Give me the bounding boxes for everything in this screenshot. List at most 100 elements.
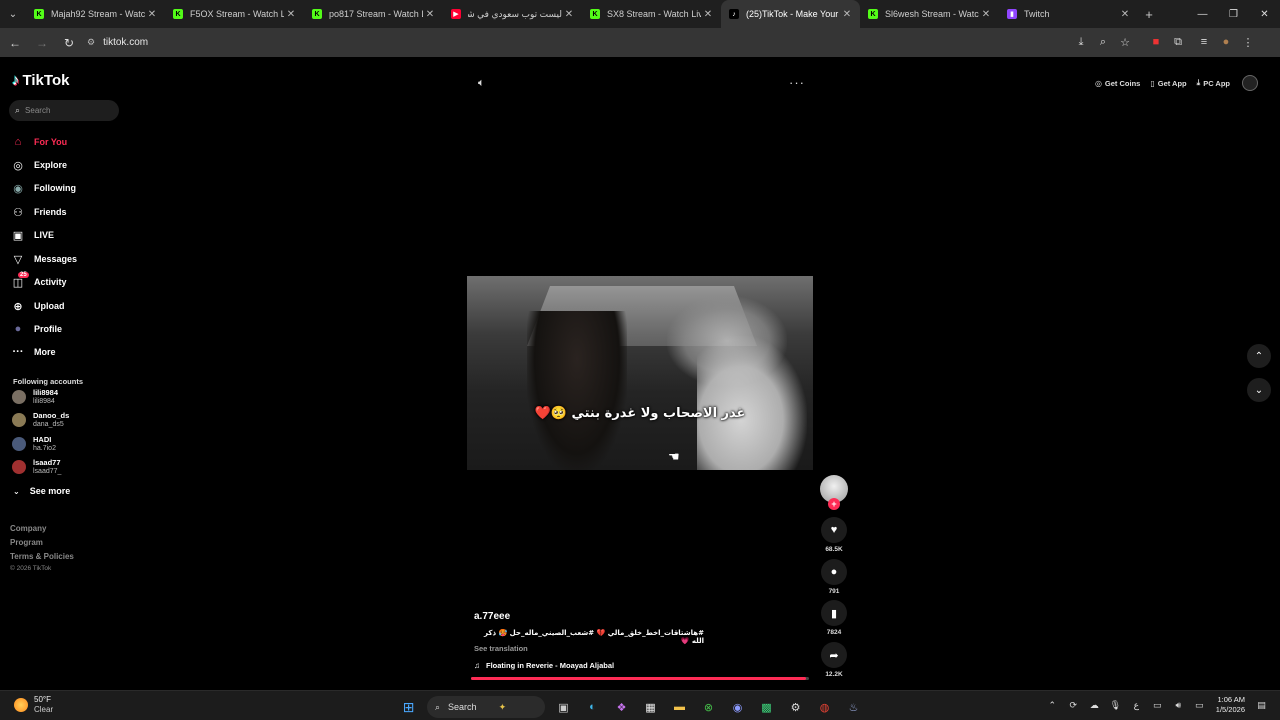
- close-tab-icon[interactable]: ✕: [1118, 9, 1132, 20]
- edge-icon[interactable]: ◐: [583, 697, 603, 717]
- get-coins-button[interactable]: ◎ Get Coins: [1095, 79, 1140, 88]
- close-tab-icon[interactable]: ✕: [562, 9, 576, 20]
- address-bar[interactable]: ⚙ tiktok.com: [79, 31, 1079, 53]
- weather-widget[interactable]: 50°F Clear: [14, 695, 53, 715]
- browser-tab[interactable]: K SX8 Stream - Watch Live ✕: [582, 0, 721, 28]
- clock[interactable]: 1:06 AM 1/5/2026: [1216, 695, 1245, 715]
- ime-icon[interactable]: ع: [1126, 700, 1147, 711]
- video-player[interactable]: غدر الاصحاب ولا غدرة بنتي 🥺❤️: [467, 276, 813, 470]
- see-translation-link[interactable]: See translation: [474, 644, 528, 653]
- browser-tab[interactable]: K Sl6wesh Stream - Watch ✕: [860, 0, 999, 28]
- sidebar-item-explore[interactable]: ◎ Explore: [10, 155, 67, 175]
- activity-icon: ◫ 25: [12, 272, 29, 289]
- pc-app-button[interactable]: ⤓ PC App: [1197, 78, 1230, 88]
- taskbar-search[interactable]: ⌕ Search ✦: [427, 696, 545, 718]
- tray-chevron-icon[interactable]: ⌃: [1042, 700, 1063, 711]
- browser-tab[interactable]: Kpo817 Stream - Watch Live✕: [304, 0, 443, 28]
- footer-program-link[interactable]: Program: [10, 538, 43, 547]
- tab-search-icon[interactable]: ≡: [1193, 36, 1215, 48]
- xbox-icon[interactable]: ⊗: [699, 697, 719, 717]
- new-tab-button[interactable]: +: [1138, 7, 1160, 22]
- close-tab-icon[interactable]: ✕: [840, 9, 854, 20]
- tray-app-icon[interactable]: ⟳: [1063, 700, 1084, 711]
- tab-search-button[interactable]: ⌄: [0, 0, 26, 28]
- sidebar-item-following[interactable]: ◉ Following: [10, 178, 76, 198]
- discord-icon[interactable]: ◉: [728, 697, 748, 717]
- bookmark-star-icon[interactable]: ☆: [1114, 36, 1136, 49]
- search-input[interactable]: ⌕ Search: [9, 100, 119, 121]
- video-progress-bar[interactable]: [471, 677, 809, 680]
- address-bar-actions: ⤓ ⌕ ☆: [1070, 31, 1136, 53]
- browser-tab[interactable]: ▮ Twitch ✕: [999, 0, 1138, 28]
- sidebar-item-more[interactable]: ··· More: [10, 342, 56, 362]
- video-author-username[interactable]: a.77eee: [474, 611, 510, 622]
- volume-icon[interactable]: 🔈︎: [478, 77, 485, 90]
- browser-menu-icon[interactable]: ⋮: [1237, 36, 1259, 49]
- see-more-button[interactable]: ⌄ See more: [13, 486, 70, 496]
- store-icon[interactable]: ▦: [641, 697, 661, 717]
- file-explorer-icon[interactable]: ▬: [670, 697, 690, 717]
- comment-action[interactable]: ● 791: [819, 559, 849, 595]
- footer-company-link[interactable]: Company: [10, 524, 46, 533]
- following-account[interactable]: Danoo_ds dana_ds5: [12, 410, 69, 430]
- previous-video-button[interactable]: ⌃: [1247, 344, 1271, 368]
- like-action[interactable]: ♥ 68.5K: [819, 517, 849, 553]
- close-tab-icon[interactable]: ✕: [979, 9, 993, 20]
- maximize-button[interactable]: ❐: [1218, 0, 1249, 28]
- install-app-icon[interactable]: ⤓: [1070, 36, 1092, 49]
- close-tab-icon[interactable]: ✕: [423, 9, 437, 20]
- sidebar-item-live[interactable]: ▣ LIVE: [10, 225, 54, 245]
- sidebar-item-label: Following: [34, 183, 76, 193]
- sidebar-item-activity[interactable]: ◫ 25 Activity: [10, 272, 67, 292]
- save-action[interactable]: ▮ 7824: [819, 600, 849, 636]
- speaker-icon[interactable]: 🔊︎: [1168, 700, 1189, 711]
- steam-icon[interactable]: ♨: [844, 697, 864, 717]
- more-options-icon[interactable]: ···: [789, 75, 805, 90]
- microphone-icon[interactable]: 🎙︎: [1105, 700, 1126, 711]
- browser-tab[interactable]: K F5OX Stream - Watch Live✕: [165, 0, 304, 28]
- footer-terms-link[interactable]: Terms & Policies: [10, 552, 74, 561]
- sidebar-item-friends[interactable]: ⚇ Friends: [10, 202, 66, 222]
- close-tab-icon[interactable]: ✕: [701, 9, 715, 20]
- network-icon[interactable]: ▭: [1147, 700, 1168, 711]
- extensions-puzzle-icon[interactable]: ⧉: [1167, 36, 1189, 49]
- extension-icon[interactable]: ■: [1145, 36, 1167, 48]
- sidebar-item-label: Activity: [34, 277, 67, 287]
- browser-tab[interactable]: K Majah92 Stream - Watch ✕: [26, 0, 165, 28]
- get-app-button[interactable]: ▯ Get App: [1150, 79, 1186, 88]
- browser-tab[interactable]: ♪ (25)TikTok - Make Your D ✕: [721, 0, 860, 28]
- zoom-icon[interactable]: ⌕: [1092, 36, 1114, 49]
- forward-button[interactable]: →: [30, 31, 54, 55]
- chrome-icon[interactable]: ◍: [815, 697, 835, 717]
- profile-avatar[interactable]: ●: [1215, 36, 1237, 48]
- app-settings-icon[interactable]: ⚙: [786, 697, 806, 717]
- minimize-button[interactable]: —: [1187, 0, 1218, 28]
- back-button[interactable]: ←: [3, 31, 27, 55]
- sidebar-item-upload[interactable]: ⊕ Upload: [10, 296, 64, 316]
- close-window-button[interactable]: ✕: [1249, 0, 1280, 28]
- following-account[interactable]: lili8984 lili8984: [12, 387, 58, 407]
- sidebar-item-for-you[interactable]: ⌂ For You: [10, 132, 68, 152]
- onedrive-icon[interactable]: ☁: [1084, 700, 1105, 711]
- notifications-icon[interactable]: ▤: [1251, 700, 1272, 711]
- user-avatar[interactable]: [1242, 75, 1258, 91]
- following-account[interactable]: lsaad77 lsaad77_: [12, 457, 61, 477]
- battery-icon[interactable]: ▭: [1189, 700, 1210, 711]
- music-link[interactable]: ♫ Floating in Reverie - Moayad Aljabal: [474, 661, 614, 670]
- share-action[interactable]: ➦ 12.2K: [819, 642, 849, 678]
- tiktok-logo[interactable]: ♪ TikTok: [12, 72, 69, 89]
- sidebar-item-messages[interactable]: ▽ Messages: [10, 249, 77, 269]
- browser-tab[interactable]: ▶ ليست توب سعودي في شر ✕: [443, 0, 582, 28]
- close-tab-icon[interactable]: ✕: [145, 9, 159, 20]
- start-windows-icon[interactable]: ⊞: [399, 697, 419, 717]
- site-info-icon[interactable]: ⚙: [87, 37, 95, 48]
- close-tab-icon[interactable]: ✕: [284, 9, 298, 20]
- sidebar-item-profile[interactable]: ● Profile: [10, 319, 62, 339]
- following-account[interactable]: HADI ha.7io2: [12, 434, 56, 454]
- follow-plus-icon[interactable]: +: [828, 498, 840, 510]
- reload-button[interactable]: ↻: [57, 31, 81, 55]
- app-green-icon[interactable]: ▩: [757, 697, 777, 717]
- next-video-button[interactable]: ⌄: [1247, 378, 1271, 402]
- task-view-icon[interactable]: ▣: [554, 697, 574, 717]
- copilot-icon[interactable]: ❖: [612, 697, 632, 717]
